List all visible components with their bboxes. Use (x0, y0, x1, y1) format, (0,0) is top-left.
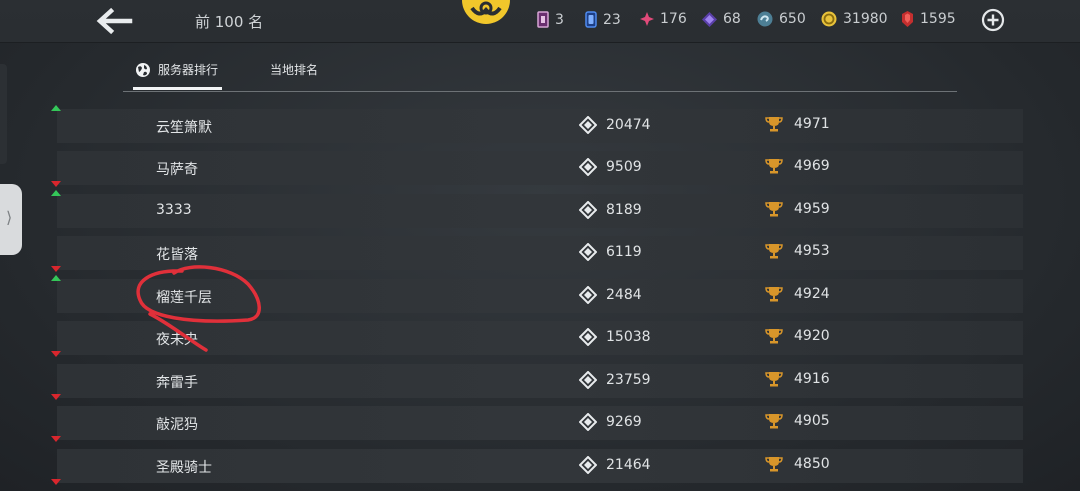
rank-emblem-icon (579, 158, 597, 176)
player-trophies: 4905 (765, 413, 830, 429)
tab-server-ranking[interactable]: 服务器排行 (132, 61, 223, 90)
currency-gold-coin: 31980 (821, 11, 888, 27)
card-icon (585, 11, 597, 28)
trophy-icon (765, 414, 783, 429)
trophy-icon (765, 329, 783, 344)
player-score: 21464 (579, 456, 651, 474)
player-name: 奔雷手 (156, 375, 198, 391)
gold-coin-icon (821, 11, 837, 27)
player-trophies: 4969 (765, 158, 830, 174)
ranking-row[interactable]: 夜未央 15038 4920 (51, 321, 1023, 357)
rank-trend-down-icon (51, 351, 61, 357)
trophy-icon (765, 457, 783, 472)
rank-trend-up-icon (51, 275, 61, 281)
ranking-row[interactable]: 奔雷手 23759 4916 (51, 364, 1023, 400)
player-score: 15038 (579, 328, 651, 346)
left-edge-panel (0, 64, 7, 164)
ranking-row[interactable]: 圣殿骑士 21464 4850 (51, 449, 1023, 485)
player-score: 8189 (579, 201, 642, 219)
ranking-row[interactable]: 榴莲千层 2484 4924 (51, 275, 1023, 313)
rank-emblem-icon (579, 116, 597, 134)
rank-emblem-icon (579, 413, 597, 431)
rank-emblem-icon (579, 371, 597, 389)
ranking-row[interactable]: 马萨奇 9509 4969 (51, 151, 1023, 187)
ticket-icon (537, 11, 549, 28)
currency-swirl-coin: 650 (757, 11, 806, 27)
player-trophies: 4916 (765, 371, 830, 387)
tab-local-ranking[interactable]: 当地排名 (270, 61, 318, 78)
player-score: 9269 (579, 413, 642, 431)
rank-trend-down-icon (51, 181, 61, 187)
rank-trend-down-icon (51, 436, 61, 442)
rank-trend-down-icon (51, 266, 61, 272)
player-score: 9509 (579, 158, 642, 176)
player-name: 3333 (156, 202, 192, 218)
ranking-row[interactable]: 花皆落 6119 4953 (51, 236, 1023, 272)
trophy-icon (765, 372, 783, 387)
player-name: 花皆落 (156, 247, 198, 263)
trophy-icon (765, 287, 783, 302)
back-arrow-icon[interactable] (94, 6, 134, 36)
trophy-icon (765, 117, 783, 132)
purple-diamond-icon (702, 11, 717, 27)
player-score: 6119 (579, 243, 642, 261)
rank-trend-down-icon (51, 479, 61, 485)
player-name: 云笙箫默 (156, 120, 212, 136)
ranking-row[interactable]: 3333 8189 4959 (51, 190, 1023, 228)
player-trophies: 4971 (765, 116, 830, 132)
player-trophies: 4959 (765, 201, 830, 217)
ranking-row[interactable]: 敲泥犸 9269 4905 (51, 406, 1023, 442)
rank-emblem-icon (579, 286, 597, 304)
trophy-icon (765, 202, 783, 217)
player-name: 敲泥犸 (156, 417, 198, 433)
side-panel-handle[interactable]: ⟩ (0, 184, 22, 255)
player-name: 圣殿骑士 (156, 460, 212, 476)
ranking-tabs: 服务器排行 当地排名 (123, 55, 957, 92)
player-trophies: 4850 (765, 456, 830, 472)
rank-emblem-icon (579, 243, 597, 261)
rank-trend-down-icon (51, 394, 61, 400)
ruby-icon (902, 11, 913, 27)
player-score: 20474 (579, 116, 651, 134)
top-bar: 前 100 名 3 23 176 68 650 31980 1595 (0, 0, 1080, 43)
chevron-right-icon: ⟩ (6, 208, 13, 227)
rank-emblem-icon (579, 328, 597, 346)
currency-diamond-cross: 176 (640, 11, 687, 27)
player-name: 榴莲千层 (156, 290, 212, 306)
emblem-icon (462, 0, 510, 24)
rank-emblem-icon (579, 201, 597, 219)
globe-icon (136, 62, 150, 77)
player-trophies: 4924 (765, 286, 830, 302)
diamond-cross-icon (640, 12, 654, 26)
player-name: 马萨奇 (156, 162, 198, 178)
swirl-coin-icon (757, 11, 773, 27)
player-name: 夜未央 (156, 332, 198, 348)
currency-card: 23 (585, 11, 621, 28)
currency-purple-diamond: 68 (702, 11, 741, 27)
currency-ruby: 1595 (901, 11, 956, 27)
page-title: 前 100 名 (195, 13, 264, 31)
rank-trend-up-icon (51, 190, 61, 196)
ranking-row[interactable]: 云笙箫默 20474 4971 (51, 105, 1023, 143)
player-score: 23759 (579, 371, 651, 389)
trophy-icon (765, 159, 783, 174)
player-trophies: 4920 (765, 328, 830, 344)
trophy-icon (765, 244, 783, 259)
rank-trend-up-icon (51, 105, 61, 111)
player-score: 2484 (579, 286, 642, 304)
player-trophies: 4953 (765, 243, 830, 259)
rank-emblem-icon (579, 456, 597, 474)
add-currency-icon[interactable] (981, 8, 1005, 32)
currency-ticket: 3 (537, 11, 564, 28)
